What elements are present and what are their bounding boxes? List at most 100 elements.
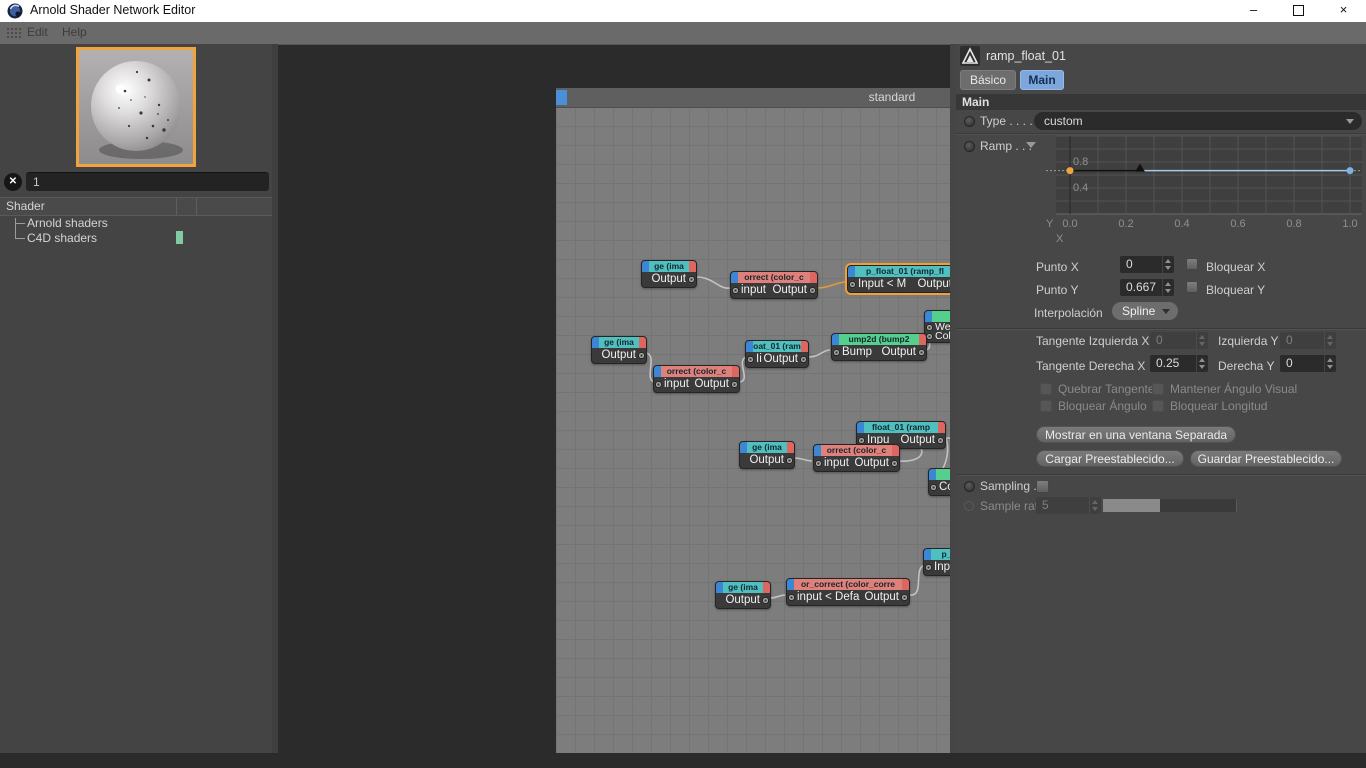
output-port[interactable] <box>891 460 898 467</box>
shader-node[interactable]: or_correct (color_correinput < DefaOutpu… <box>786 578 910 606</box>
mostrar-ventana-button[interactable]: Mostrar en una ventana Separada <box>1036 426 1236 443</box>
node-row: Input < MOutput <box>848 278 962 291</box>
output-port[interactable] <box>786 457 793 464</box>
type-dropdown[interactable]: custom <box>1034 112 1362 130</box>
derecha-y-field[interactable]: 0 <box>1280 355 1336 372</box>
input-port[interactable] <box>655 381 662 388</box>
wire[interactable] <box>770 595 785 598</box>
ramp-param-dot[interactable] <box>964 141 975 152</box>
search-input[interactable]: 1 <box>26 172 269 191</box>
input-port[interactable] <box>815 460 822 467</box>
collapse-triangle-icon[interactable] <box>1026 142 1036 148</box>
node-output-label: Output <box>900 434 935 447</box>
shader-node[interactable]: ge (imaOutput <box>591 336 647 364</box>
svg-text:0.4: 0.4 <box>1073 182 1088 194</box>
input-port[interactable] <box>926 333 933 340</box>
shader-node[interactable]: orrect (color_cinputOutput <box>730 271 818 299</box>
output-port[interactable] <box>762 597 769 604</box>
wire[interactable] <box>794 458 812 461</box>
title-bar: Arnold Shader Network Editor – × <box>0 0 1366 22</box>
bloquear-angulo-checkbox <box>1040 400 1052 412</box>
menu-help[interactable]: Help <box>62 25 87 39</box>
input-port[interactable] <box>849 281 856 288</box>
input-port[interactable] <box>788 594 795 601</box>
node-corner <box>919 334 926 345</box>
input-port[interactable] <box>858 437 865 444</box>
node-corner <box>924 549 931 560</box>
tab-basico[interactable]: Básico <box>960 70 1016 90</box>
sampling-checkbox[interactable] <box>1036 480 1049 493</box>
shader-node[interactable]: orrect (color_cinputOutput <box>653 365 740 393</box>
node-corner <box>810 272 817 283</box>
output-port[interactable] <box>937 437 944 444</box>
shader-node[interactable]: ge (imaOutput <box>641 260 697 288</box>
spinner-arrows[interactable] <box>1324 355 1336 372</box>
output-port[interactable] <box>809 287 816 294</box>
wire[interactable] <box>696 277 730 288</box>
sampling-param-dot[interactable] <box>964 481 975 492</box>
node-body: Input < MOutput <box>848 277 962 292</box>
node-row-label: Bump <box>842 346 872 358</box>
close-button[interactable]: × <box>1321 0 1366 22</box>
node-corner <box>814 445 821 456</box>
material-preview[interactable] <box>76 47 196 167</box>
shader-node[interactable]: ge (imaOutput <box>739 441 795 469</box>
ramp-gradient-graph[interactable]: 0.80.40.00.20.40.60.81.0YX <box>1042 132 1366 248</box>
output-port[interactable] <box>688 276 695 283</box>
input-port[interactable] <box>926 324 933 331</box>
guardar-preestablecido-button[interactable]: Guardar Preestablecido... <box>1190 450 1342 467</box>
tangente-derecha-x-field[interactable]: 0.25 <box>1150 355 1208 372</box>
output-port[interactable] <box>638 352 645 359</box>
tab-main[interactable]: Main <box>1020 70 1064 90</box>
input-port[interactable] <box>833 349 840 356</box>
tree-item-arnold-shaders[interactable]: Arnold shaders <box>27 216 108 230</box>
bloquear-x-checkbox[interactable] <box>1186 258 1198 270</box>
shader-node[interactable]: orrect (color_cinputOutput <box>813 444 900 472</box>
wire[interactable] <box>818 282 846 288</box>
tree-item-c4d-shaders[interactable]: C4D shaders <box>27 231 97 245</box>
bloquear-y-checkbox[interactable] <box>1186 281 1198 293</box>
spinner-arrows[interactable] <box>1162 256 1174 273</box>
input-port[interactable] <box>925 564 932 571</box>
window-title: Arnold Shader Network Editor <box>30 3 195 17</box>
sample-rate-param-dot <box>964 501 974 511</box>
spinner-arrows[interactable] <box>1162 279 1174 296</box>
input-port[interactable] <box>930 484 937 491</box>
node-title: oat_01 (ram <box>753 341 801 352</box>
clear-search-icon[interactable]: ✕ <box>4 173 22 191</box>
cargar-preestablecido-button[interactable]: Cargar Preestablecido... <box>1036 450 1184 467</box>
spinner-arrows[interactable] <box>1196 355 1208 372</box>
input-port[interactable] <box>747 356 754 363</box>
punto-y-field[interactable]: 0.667 <box>1120 279 1174 296</box>
node-title-bar: oat_01 (ram <box>746 341 808 352</box>
maximize-button[interactable] <box>1276 0 1321 22</box>
node-output-label: Output <box>601 349 636 362</box>
menu-edit[interactable]: Edit <box>27 25 48 39</box>
sample-rate-label: Sample rate <box>980 499 1045 513</box>
punto-y-label: Punto Y <box>1036 283 1078 297</box>
node-title-bar: ump2d (bump2 <box>832 334 926 345</box>
input-port[interactable] <box>732 287 739 294</box>
output-port[interactable] <box>918 349 925 356</box>
interpolacion-dropdown[interactable]: Spline <box>1112 302 1178 320</box>
minimize-button[interactable]: – <box>1231 0 1276 22</box>
output-port[interactable] <box>800 356 807 363</box>
svg-text:0.0: 0.0 <box>1062 218 1077 230</box>
node-row: Output <box>642 273 696 286</box>
svg-text:Y: Y <box>1046 218 1054 230</box>
tree-line <box>15 218 16 238</box>
shader-node[interactable]: ump2d (bump2BumpOutput <box>831 333 927 361</box>
output-port[interactable] <box>901 594 908 601</box>
node-title-bar: float_01 (ramp <box>857 422 945 433</box>
type-param-dot[interactable] <box>964 116 975 127</box>
grip-icon[interactable] <box>6 27 21 39</box>
punto-x-field[interactable]: 0 <box>1120 256 1174 273</box>
shader-node[interactable]: oat_01 (ramIiOutput <box>745 340 809 368</box>
node-corner <box>938 422 945 433</box>
shader-node[interactable]: p_float_01 (ramp_flInput < MOutput <box>847 265 963 293</box>
wire[interactable] <box>809 350 830 357</box>
node-row-label: input <box>824 457 849 469</box>
node-row: inputOutput <box>814 457 899 470</box>
shader-node[interactable]: ge (imaOutput <box>715 581 771 609</box>
output-port[interactable] <box>731 381 738 388</box>
